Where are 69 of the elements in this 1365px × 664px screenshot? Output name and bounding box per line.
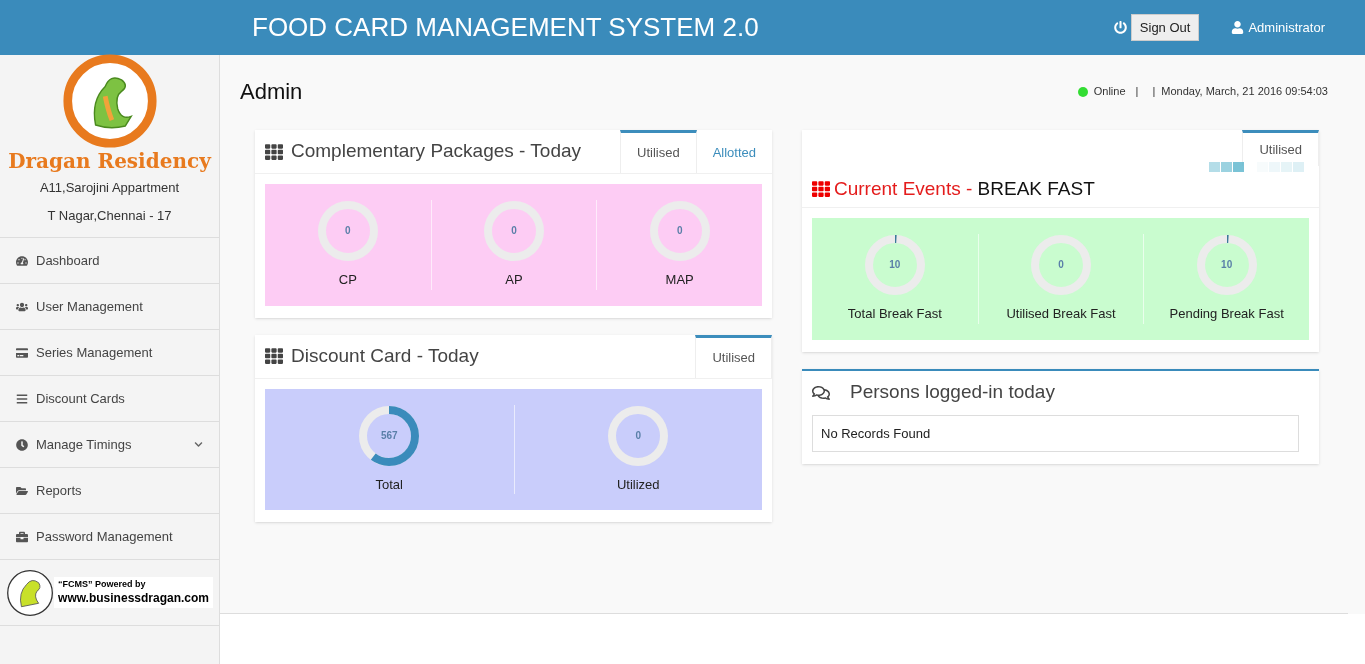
tab[interactable]: Allotted — [696, 130, 772, 173]
gauge-value: 0 — [676, 226, 683, 236]
donut-gauge — [483, 200, 545, 262]
gauge-label: AP — [505, 271, 523, 289]
powered-by-banner[interactable]: “FCMS” Powered by www.businessdragan.com — [54, 577, 213, 608]
sidebar-item[interactable]: Password Management — [0, 514, 219, 560]
gauge-label: Utilised Break Fast — [1006, 305, 1116, 323]
sidebar-item[interactable]: Manage Timings — [0, 422, 219, 468]
user-icon — [1231, 21, 1245, 34]
sidebar-item[interactable]: User Management — [0, 284, 219, 330]
card-title: Persons logged-in today — [850, 380, 1055, 405]
donut-gauge — [863, 234, 926, 296]
page-title: Admin — [240, 78, 303, 106]
empty-message: No Records Found — [812, 414, 1299, 452]
events-title: Current Events - BREAK FAST — [834, 176, 1095, 201]
gauge-value: 567 — [380, 430, 398, 441]
gauge-label: Total Break Fast — [847, 305, 942, 323]
separator: | — [1135, 84, 1139, 100]
card-title: Discount Card - Today — [291, 343, 480, 368]
dashboard-icon — [16, 254, 28, 267]
grid-icon — [812, 179, 830, 198]
loading-squares-icon — [1209, 162, 1305, 172]
briefcase-icon — [16, 530, 28, 543]
website-link[interactable]: www.businessdragan.com — [58, 590, 209, 606]
separator: | — [1152, 84, 1156, 100]
power-icon — [1113, 21, 1127, 34]
brand-name: Dragan Residency — [8, 149, 211, 174]
gauge-label: CP — [338, 271, 357, 289]
donut-gauge — [648, 200, 711, 262]
user-name[interactable]: Administrator — [1248, 17, 1325, 38]
donut-gauge — [358, 404, 421, 467]
gauge-label: Utilized — [616, 475, 660, 494]
gauge-label: Total — [375, 475, 403, 494]
donut-gauge — [1195, 234, 1258, 296]
gauge-value: 0 — [345, 226, 351, 236]
gauge-value: 10 — [1221, 260, 1233, 270]
list-icon — [16, 392, 28, 405]
tab[interactable]: Utilised — [1242, 130, 1319, 166]
sidebar-item[interactable]: Dashboard — [0, 238, 219, 284]
gauge-value: 0 — [1058, 260, 1064, 270]
address-line: T Nagar,Chennai - 17 — [47, 206, 172, 225]
gauge-label: MAP — [665, 271, 694, 289]
chevron-down-icon — [194, 440, 203, 449]
date-time: Monday, March, 21 2016 09:54:03 — [1161, 84, 1328, 100]
folder-icon — [16, 484, 28, 497]
sign-out-button[interactable]: Sign Out — [1130, 13, 1200, 42]
gauge-value: 0 — [635, 430, 642, 441]
chat-icon — [812, 383, 830, 402]
card-title: Complementary Packages - Today — [291, 139, 583, 164]
tab[interactable]: Utilised — [620, 130, 697, 173]
grid-icon — [265, 347, 283, 365]
sidebar-item[interactable]: Reports — [0, 468, 219, 514]
app-title: FOOD CARD MANAGEMENT SYSTEM 2.0 — [252, 11, 760, 44]
donut-gauge — [1030, 234, 1092, 296]
gauge-label: Pending Break Fast — [1169, 305, 1284, 323]
donut-gauge — [316, 200, 379, 262]
address-line: A11,Sarojini Appartment — [39, 179, 180, 197]
clock-icon — [16, 438, 28, 451]
donut-gauge — [607, 404, 670, 467]
gauge-value: 10 — [889, 260, 901, 270]
powered-by-text: “FCMS” Powered by — [58, 579, 147, 591]
users-icon — [16, 300, 28, 313]
sidebar-item[interactable]: Series Management — [0, 330, 219, 376]
tab[interactable]: Utilised — [695, 334, 772, 378]
grid-icon — [265, 142, 283, 161]
status-text: Online — [1093, 84, 1126, 100]
gauge-value: 0 — [511, 226, 517, 236]
card-icon — [16, 346, 28, 359]
sidebar-item[interactable]: Discount Cards — [0, 376, 219, 422]
